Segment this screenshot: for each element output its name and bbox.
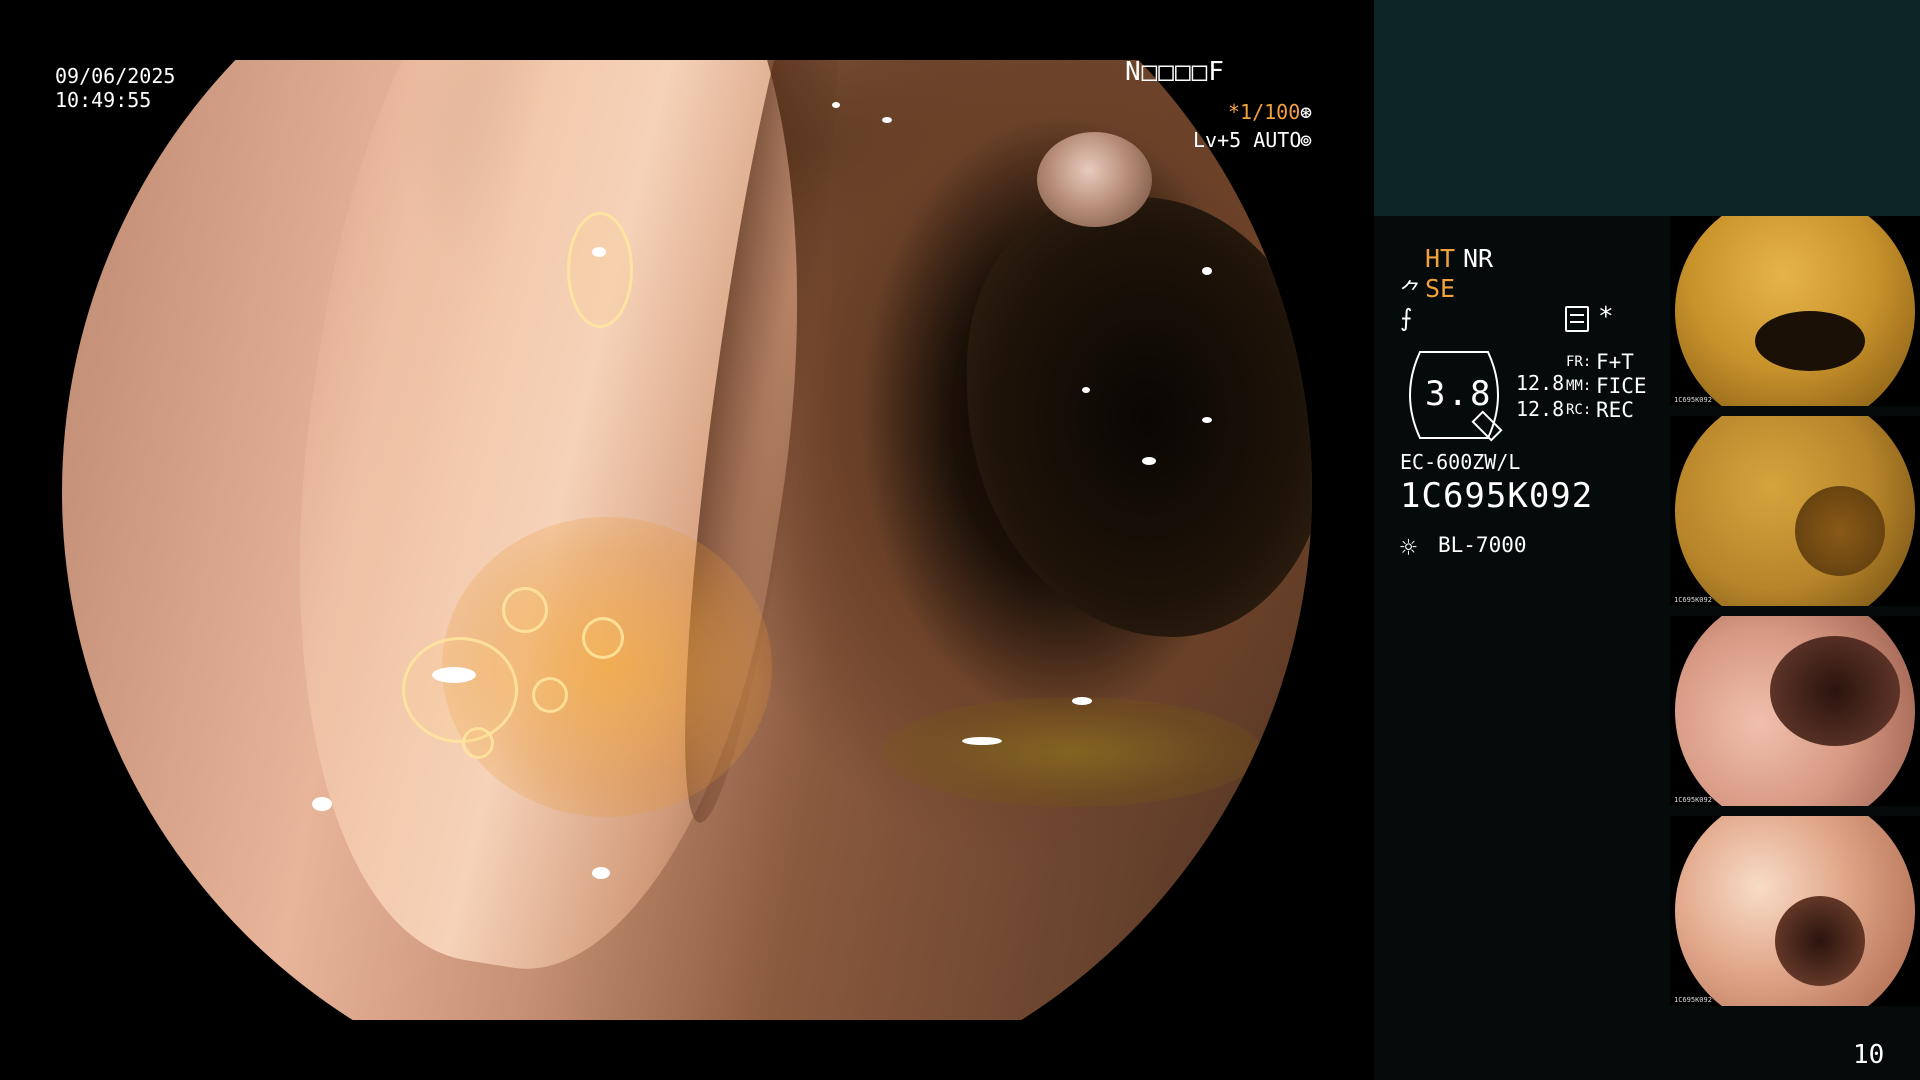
structure-enhance-icon: ⺈ [1400,280,1423,305]
scope-model: EC-600ZW/L [1400,450,1521,474]
view-top-mask [0,0,1374,60]
light-glint [592,247,606,257]
thumbnail-meta: 1C695K092 [1674,796,1712,804]
light-glint [312,797,332,811]
bubble [502,587,548,633]
bubble [462,727,494,759]
light-glint [1202,267,1212,275]
scope-serial: 1C695K092 [1400,476,1594,516]
mm-label: MM: [1566,378,1592,394]
thumbnail-meta: 1C695K092 [1674,396,1712,404]
star-icon: * [1598,302,1614,332]
light-glint [962,737,1002,745]
light-glint [832,102,840,108]
bubble [582,617,624,659]
captured-image-thumbnail[interactable]: 1C695K092 [1670,616,1920,806]
date-display: 09/06/2025 [55,64,176,88]
zoom-value: 3.8 [1425,374,1493,414]
rc-label: RC: [1566,402,1592,418]
time-display: 10:49:55 [55,88,152,112]
light-glint [1142,457,1156,465]
captured-image-thumbnail[interactable]: 1C695K092 [1670,816,1920,1006]
shutter-speed: *1/100 [1228,100,1301,124]
light-glint [882,117,892,123]
light-glint [1072,697,1092,705]
thumbnail-lumen [1795,486,1885,576]
polyp [1037,132,1152,227]
nr-indicator: NR [1463,244,1494,273]
fr-value: F+T [1596,350,1634,374]
zoom-range-a: 12.8 [1516,371,1565,395]
fr-label: FR: [1566,354,1592,370]
enhancement-icon: ⨍ [1400,304,1413,332]
light-glint [592,867,610,879]
patient-id: N□□□□F [1125,57,1225,87]
light-source-model: BL-7000 [1438,533,1527,557]
thumbnail-meta: 1C695K092 [1674,596,1712,604]
iris-icon: ⊚ [1300,128,1313,152]
endoscope-image [62,0,1312,1080]
thumbnail-lumen [1775,896,1865,986]
mm-value: FICE [1596,374,1647,398]
iris-mode: Lv+5 AUTO [1193,128,1302,152]
bile-residue [882,697,1262,807]
thumbnail-lumen [1770,636,1900,746]
light-source-icon: ☼ [1400,531,1417,564]
bubble [567,212,633,328]
thumbnail-meta: 1C695K092 [1674,996,1712,1004]
page-number: 10 [1853,1040,1885,1070]
captured-image-thumbnail[interactable]: 1C695K092 [1670,416,1920,606]
light-glint [432,667,476,683]
thumbnail-lumen [1755,311,1865,371]
se-indicator: SE [1425,274,1456,303]
rc-value: REC [1596,398,1634,422]
ht-indicator: HT [1425,244,1456,273]
info-header-block [1374,0,1920,216]
shutter-icon: ⊛ [1300,100,1313,124]
zoom-range-b: 12.8 [1516,397,1565,421]
captured-image-thumbnail[interactable]: 1C695K092 [1670,216,1920,406]
endoscope-live-view [0,0,1374,1080]
light-glint [1202,417,1212,423]
bubble [402,637,518,743]
view-bottom-mask [0,1020,1374,1080]
light-glint [1082,387,1090,393]
bubble [532,677,568,713]
record-list-icon [1565,306,1589,332]
lumen [967,197,1312,637]
